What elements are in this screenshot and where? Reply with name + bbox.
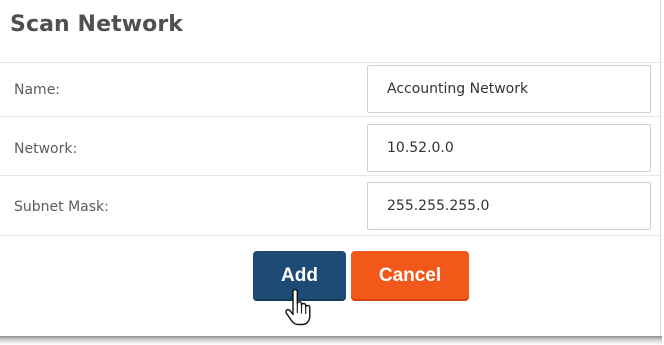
- divider: [0, 235, 660, 236]
- name-row: Name:: [0, 65, 660, 115]
- scan-network-dialog: Scan Network Name: Network: Subnet Mask:…: [0, 0, 661, 336]
- add-button[interactable]: Add: [253, 251, 346, 301]
- dialog-bottom-shadow: [0, 336, 662, 345]
- subnet-mask-row: Subnet Mask:: [0, 182, 660, 232]
- name-label: Name:: [14, 82, 61, 98]
- network-row: Network:: [0, 124, 660, 174]
- name-input[interactable]: [367, 65, 651, 113]
- subnet-mask-input[interactable]: [367, 182, 651, 230]
- cancel-button[interactable]: Cancel: [351, 251, 469, 301]
- network-label: Network:: [14, 141, 78, 157]
- divider: [0, 116, 660, 117]
- divider: [0, 62, 660, 63]
- subnet-mask-label: Subnet Mask:: [14, 199, 109, 215]
- divider: [0, 175, 660, 176]
- dialog-title: Scan Network: [10, 12, 184, 37]
- network-input[interactable]: [367, 124, 651, 172]
